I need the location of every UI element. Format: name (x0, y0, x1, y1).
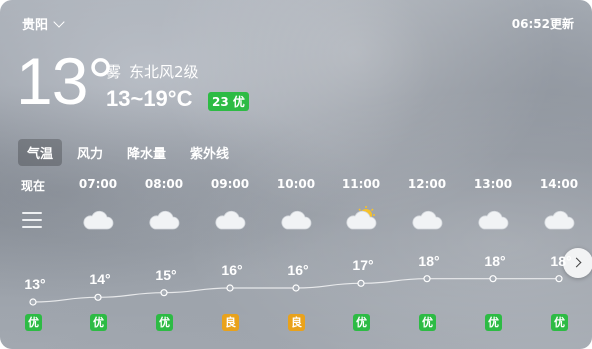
hour-temperature: 14° (89, 271, 111, 288)
aqi-indicator: 良 (222, 314, 239, 331)
cloud-icon (210, 206, 250, 234)
hour-temperature: 18° (418, 252, 440, 269)
hour-time: 14:00 (539, 177, 579, 191)
hour-time: 08:00 (144, 177, 184, 191)
temperature-point (423, 275, 431, 283)
temperature-point (160, 289, 168, 297)
hour-temperature: 18° (550, 252, 572, 269)
hour-time: 13:00 (473, 177, 513, 191)
aqi-indicator: 优 (485, 314, 502, 331)
temperature-curve (29, 275, 563, 306)
weather-card: 贵阳 06:52更新 13° 雾 东北风2级 13~19°C 23 优 气温 风… (0, 0, 592, 349)
hour-temperature: 17° (352, 257, 374, 274)
partly-sunny-icon (341, 206, 381, 234)
cloud-icon (144, 206, 184, 234)
temperature-point (29, 298, 37, 306)
aqi-indicator: 良 (288, 314, 305, 331)
cloud-icon (78, 206, 118, 234)
hour-temperature: 13° (24, 276, 46, 292)
aqi-indicator: 优 (25, 314, 42, 331)
temperature-point (292, 284, 300, 292)
hour-temperature: 18° (484, 252, 506, 269)
temperature-point (555, 275, 563, 283)
aqi-indicator: 优 (353, 314, 370, 331)
hour-temperature: 16° (221, 262, 243, 278)
cloud-icon (407, 206, 447, 234)
hour-time: 07:00 (78, 177, 118, 191)
aqi-indicator: 优 (156, 314, 173, 331)
hour-time: 12:00 (407, 177, 447, 191)
cloud-icon (276, 206, 316, 234)
hour-time: 11:00 (341, 177, 381, 191)
aqi-indicator: 优 (551, 314, 568, 331)
fog-icon (13, 206, 53, 234)
cloud-icon (473, 206, 513, 234)
cloud-icon (539, 206, 579, 234)
temperature-point (226, 284, 234, 292)
temperature-point (357, 279, 365, 287)
hour-temperature: 15° (155, 266, 177, 283)
aqi-indicator: 优 (90, 314, 107, 331)
aqi-indicator: 优 (419, 314, 436, 331)
hour-temperature: 16° (287, 262, 309, 278)
hour-time: 09:00 (210, 177, 250, 191)
hour-time: 10:00 (276, 177, 316, 191)
hour-time: 现在 (20, 179, 45, 193)
temperature-point (489, 275, 497, 283)
temperature-point (94, 293, 102, 301)
